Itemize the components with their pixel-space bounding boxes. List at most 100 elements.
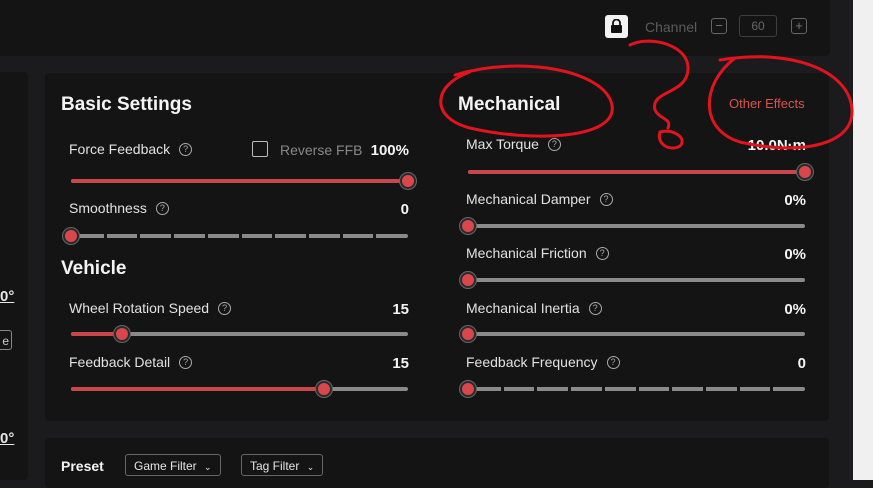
slider-track (468, 278, 805, 282)
game-filter-dropdown[interactable]: Game Filter ⌄ (125, 454, 221, 476)
channel-label: Channel (645, 19, 698, 35)
slider-tick (501, 387, 504, 391)
slider-tick (703, 387, 706, 391)
force-feedback-label: Force Feedback (69, 141, 171, 157)
slider-tick (373, 234, 376, 238)
tag-filter-label: Tag Filter (250, 459, 300, 473)
feedback-detail-row: Feedback Detail ? (69, 354, 193, 370)
slider-track (468, 224, 805, 228)
game-filter-label: Game Filter (134, 459, 197, 473)
slider-fill (71, 179, 408, 183)
slider-tick (137, 234, 140, 238)
smoothness-value: 0 (400, 201, 409, 218)
max-torque-slider[interactable] (468, 164, 813, 180)
reverse-ffb-checkbox[interactable] (252, 141, 268, 157)
slider-tick (669, 387, 672, 391)
slider-tick (770, 387, 773, 391)
slider-tick (568, 387, 571, 391)
channel-increment-button[interactable]: + (791, 18, 807, 34)
chevron-down-icon: ⌄ (306, 462, 315, 472)
smoothness-row: Smoothness ? (69, 200, 169, 216)
basic-settings-title: Basic Settings (61, 94, 192, 115)
help-icon[interactable]: ? (155, 201, 169, 215)
slider-thumb[interactable] (460, 218, 476, 234)
left-value-1: 0° (0, 288, 15, 305)
mechanical-tab[interactable]: Mechanical (458, 94, 560, 116)
wheel-rotation-speed-row: Wheel Rotation Speed ? (69, 300, 232, 316)
mechanical-damper-slider[interactable] (460, 218, 805, 234)
lock-icon (611, 19, 622, 33)
force-feedback-slider[interactable] (71, 173, 416, 189)
tag-filter-dropdown[interactable]: Tag Filter ⌄ (241, 454, 324, 476)
slider-tick (306, 234, 309, 238)
slider-tick (534, 387, 537, 391)
slider-thumb[interactable] (797, 164, 813, 180)
wheel-rotation-speed-label: Wheel Rotation Speed (69, 300, 210, 316)
slider-tick (602, 387, 605, 391)
feedback-frequency-value: 0 (797, 355, 806, 372)
chevron-down-icon: ⌄ (204, 462, 212, 472)
slider-tick (272, 234, 275, 238)
slider-thumb[interactable] (460, 326, 476, 342)
channel-decrement-button[interactable]: − (711, 18, 727, 34)
slider-tick (104, 234, 107, 238)
force-feedback-value: 100% (370, 142, 409, 159)
slider-tick (636, 387, 639, 391)
mechanical-damper-label: Mechanical Damper (466, 191, 591, 207)
slider-fill (468, 170, 805, 174)
mechanical-damper-row: Mechanical Damper ? (466, 191, 613, 207)
slider-fill (71, 387, 324, 391)
help-icon[interactable]: ? (599, 192, 613, 206)
help-icon[interactable]: ? (547, 137, 561, 151)
left-panel (0, 72, 28, 480)
left-value-2: 0° (0, 430, 15, 447)
max-torque-row: Max Torque ? (466, 136, 561, 152)
smoothness-slider[interactable] (63, 228, 408, 244)
force-feedback-row: Force Feedback ? (69, 141, 193, 157)
feedback-detail-value: 15 (392, 355, 409, 372)
smoothness-label: Smoothness (69, 200, 147, 216)
mechanical-friction-row: Mechanical Friction ? (466, 245, 609, 261)
feedback-detail-label: Feedback Detail (69, 354, 171, 370)
slider-thumb[interactable] (460, 381, 476, 397)
window-scrollbar[interactable] (853, 0, 873, 480)
slider-tick (737, 387, 740, 391)
mechanical-inertia-row: Mechanical Inertia ? (466, 300, 602, 316)
slider-tick (340, 234, 343, 238)
feedback-detail-slider[interactable] (71, 381, 408, 397)
max-torque-label: Max Torque (466, 136, 539, 152)
lock-button[interactable] (605, 15, 628, 38)
slider-thumb[interactable] (316, 381, 332, 397)
help-icon[interactable]: ? (179, 355, 193, 369)
mechanical-friction-value: 0% (784, 246, 806, 263)
mechanical-inertia-label: Mechanical Inertia (466, 300, 580, 316)
feedback-frequency-slider[interactable] (460, 381, 805, 397)
other-effects-tab[interactable]: Other Effects (729, 96, 805, 111)
left-button[interactable]: e (0, 330, 12, 350)
slider-track (468, 332, 805, 336)
feedback-frequency-label: Feedback Frequency (466, 354, 598, 370)
mechanical-friction-label: Mechanical Friction (466, 245, 587, 261)
slider-thumb[interactable] (400, 173, 416, 189)
help-icon[interactable]: ? (218, 301, 232, 315)
help-icon[interactable]: ? (606, 355, 620, 369)
wheel-rotation-speed-value: 15 (392, 301, 409, 318)
wheel-rotation-speed-slider[interactable] (71, 326, 408, 342)
preset-title: Preset (61, 458, 104, 474)
slider-thumb[interactable] (460, 272, 476, 288)
slider-thumb[interactable] (114, 326, 130, 342)
mechanical-inertia-value: 0% (784, 301, 806, 318)
mechanical-damper-value: 0% (784, 192, 806, 209)
slider-thumb[interactable] (63, 228, 79, 244)
help-icon[interactable]: ? (588, 301, 602, 315)
channel-input[interactable] (739, 15, 777, 37)
help-icon[interactable]: ? (595, 246, 609, 260)
mechanical-inertia-slider[interactable] (460, 326, 805, 342)
help-icon[interactable]: ? (179, 142, 193, 156)
slider-tick (239, 234, 242, 238)
mechanical-friction-slider[interactable] (460, 272, 805, 288)
slider-tick (205, 234, 208, 238)
feedback-frequency-row: Feedback Frequency ? (466, 354, 620, 370)
top-bar (0, 0, 830, 56)
slider-tick (171, 234, 174, 238)
